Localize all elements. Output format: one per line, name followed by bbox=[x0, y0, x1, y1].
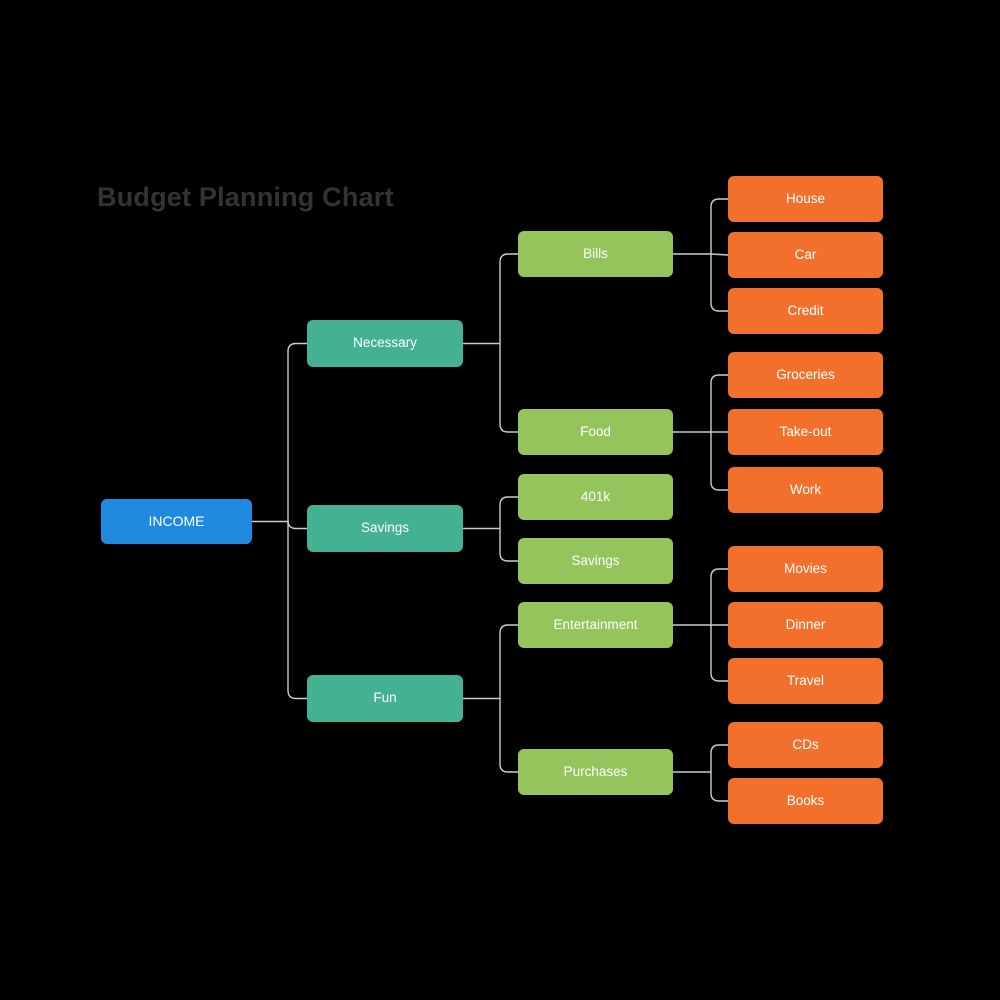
connector-savings-l2-to-savings-l3 bbox=[499, 528, 518, 562]
diagram-canvas: Budget Planning Chart INCOME Necessary Sav… bbox=[0, 0, 1000, 1000]
node-dinner[interactable]: Dinner bbox=[728, 602, 883, 648]
node-work[interactable]: Work bbox=[728, 467, 883, 513]
node-label: Groceries bbox=[776, 366, 835, 382]
node-purchases[interactable]: Purchases bbox=[518, 749, 673, 795]
connector-necessary-to-bills bbox=[499, 253, 518, 344]
node-label: Dinner bbox=[785, 616, 826, 632]
chart-title: Budget Planning Chart bbox=[97, 182, 394, 212]
node-entertainment[interactable]: Entertainment bbox=[518, 602, 673, 648]
connector-purchases-to-cds bbox=[710, 744, 728, 772]
node-house[interactable]: House bbox=[728, 176, 883, 222]
connector-savings-l2-to-k401 bbox=[499, 496, 518, 529]
node-label: House bbox=[785, 190, 826, 206]
connector-fun-to-entertainment bbox=[499, 624, 518, 699]
node-savings-l3[interactable]: Savings bbox=[518, 538, 673, 584]
node-credit[interactable]: Credit bbox=[728, 288, 883, 334]
node-label: Fun bbox=[373, 690, 397, 706]
node-label: Take-out bbox=[779, 423, 832, 439]
node-label: Savings bbox=[571, 552, 620, 568]
node-income[interactable]: INCOME bbox=[101, 499, 252, 544]
connector-food-to-work bbox=[710, 432, 728, 491]
connector-income-to-fun bbox=[287, 521, 307, 700]
node-groceries[interactable]: Groceries bbox=[728, 352, 883, 398]
node-label: Bills bbox=[583, 245, 608, 261]
node-fun[interactable]: Fun bbox=[307, 675, 463, 722]
node-label: Movies bbox=[784, 560, 827, 576]
node-books[interactable]: Books bbox=[728, 778, 883, 824]
node-label: CDs bbox=[792, 736, 819, 752]
node-cds[interactable]: CDs bbox=[728, 722, 883, 768]
connector-entertainment-to-travel bbox=[710, 625, 728, 682]
node-label: 401k bbox=[580, 488, 611, 504]
node-label: Purchases bbox=[563, 763, 628, 779]
node-travel[interactable]: Travel bbox=[728, 658, 883, 704]
connector-bills-to-credit bbox=[710, 254, 728, 312]
node-label: Necessary bbox=[353, 335, 417, 351]
node-label: Savings bbox=[360, 520, 410, 536]
connector-food-to-groceries bbox=[710, 374, 728, 432]
connector-bills-to-house bbox=[710, 198, 728, 254]
node-label: Travel bbox=[786, 672, 824, 688]
node-label: Entertainment bbox=[553, 616, 638, 632]
connector-income-to-savings-l2 bbox=[287, 520, 307, 530]
node-necessary[interactable]: Necessary bbox=[307, 320, 463, 367]
node-takeout[interactable]: Take-out bbox=[728, 409, 883, 455]
node-food[interactable]: Food bbox=[518, 409, 673, 455]
node-label: Work bbox=[789, 481, 822, 497]
node-label: Books bbox=[786, 792, 825, 808]
connector-bills-to-car bbox=[710, 253, 729, 256]
node-label: Food bbox=[580, 423, 611, 439]
connector-entertainment-to-movies bbox=[710, 568, 728, 625]
connector-necessary-to-food bbox=[499, 343, 518, 433]
node-k401[interactable]: 401k bbox=[518, 474, 673, 520]
node-car[interactable]: Car bbox=[728, 232, 883, 278]
connector-income-to-necessary bbox=[287, 342, 307, 522]
node-label: Credit bbox=[787, 302, 824, 318]
connector-fun-to-purchases bbox=[499, 698, 518, 773]
node-label: Car bbox=[794, 246, 817, 262]
connector-purchases-to-books bbox=[710, 772, 728, 802]
node-label: INCOME bbox=[148, 512, 205, 529]
node-bills[interactable]: Bills bbox=[518, 231, 673, 277]
node-movies[interactable]: Movies bbox=[728, 546, 883, 592]
node-savings-l2[interactable]: Savings bbox=[307, 505, 463, 552]
